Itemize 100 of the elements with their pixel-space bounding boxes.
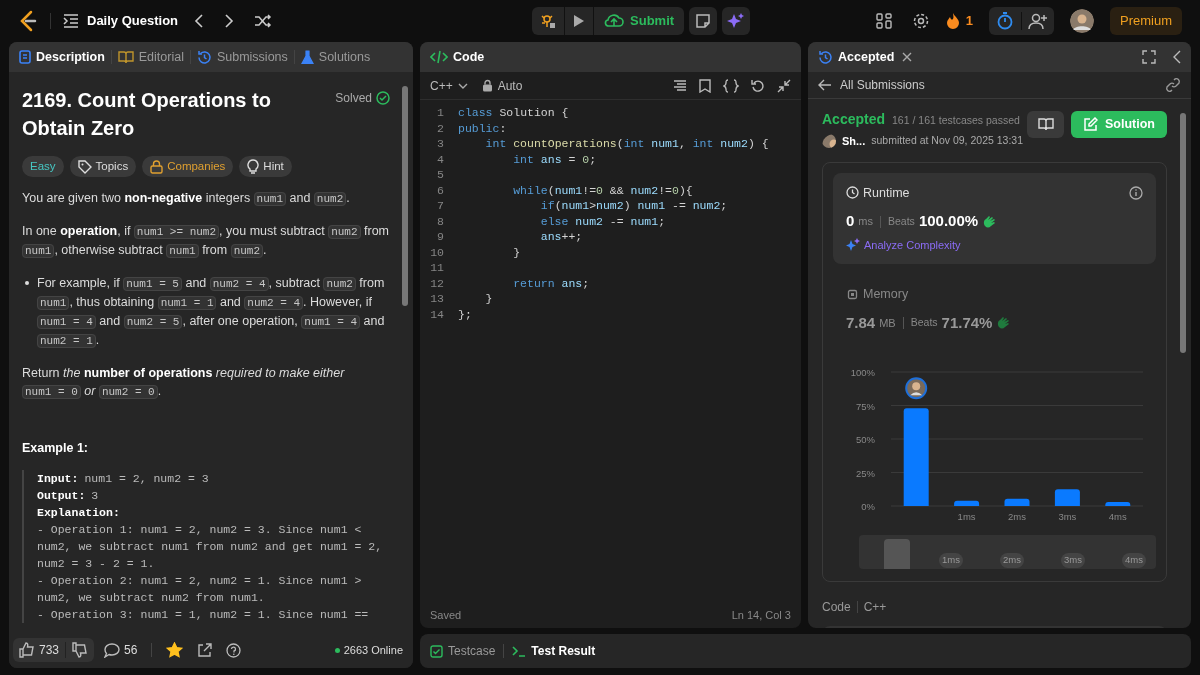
history-icon xyxy=(818,49,833,65)
editorial-icon[interactable] xyxy=(1027,111,1064,138)
settings-icon[interactable] xyxy=(911,12,930,30)
runtime-card[interactable]: Runtime 0 ms Beats 100.00% Analyze Complexity xyxy=(833,172,1156,265)
explanation-line: - Operation 1: num1 = 2, num2 = 3. Since num1 < num2, we subtract num1 from num2 and get num1 = 2, num2 = 3 - 2 = 1. xyxy=(37,521,384,572)
memory-card[interactable]: Memory 7.84 MB Beats 71.74% xyxy=(833,274,1156,346)
format-icon[interactable] xyxy=(673,79,687,92)
back-link[interactable]: All Submissions xyxy=(818,76,925,94)
like-button[interactable]: 733 xyxy=(13,641,66,659)
bullet xyxy=(25,281,29,285)
reset-icon[interactable] xyxy=(751,78,765,93)
edit-icon xyxy=(1083,117,1098,132)
code-line: return ans; xyxy=(512,275,590,291)
metric-value: 0 xyxy=(846,211,855,232)
beats-percent: 71.74% xyxy=(941,313,993,333)
panel-tab[interactable]: Submissions xyxy=(196,47,288,67)
line-number: 13 xyxy=(429,291,445,307)
line-number: 1 xyxy=(436,105,445,121)
auto-mode-button[interactable]: Auto xyxy=(481,76,523,95)
overview-label: 3ms xyxy=(1061,553,1085,568)
bar[interactable] xyxy=(1054,488,1080,506)
line-number: 12 xyxy=(429,275,445,291)
help-icon[interactable] xyxy=(226,642,242,658)
problem-list-icon[interactable] xyxy=(63,14,79,28)
beats-label: Beats xyxy=(888,213,915,229)
chart-overview[interactable]: 1ms 2ms 3ms 4ms xyxy=(859,534,1156,569)
companies-tag[interactable]: Companies xyxy=(142,156,234,177)
line-number: 8 xyxy=(436,213,445,229)
layout-icon[interactable] xyxy=(875,13,892,29)
line-number: 10 xyxy=(429,244,445,260)
overview-label: 4ms xyxy=(1122,553,1146,568)
bar[interactable] xyxy=(1105,501,1131,506)
bar[interactable] xyxy=(1004,498,1030,506)
explanation-line: - Operation 2: num1 = 2, num2 = 1. Since num1 > num2, we subtract num2 from num1. xyxy=(37,572,363,606)
panel-tab[interactable]: Editorial xyxy=(117,47,184,67)
premium-button[interactable]: Premium xyxy=(1110,7,1182,35)
metric-label: Runtime xyxy=(863,184,910,202)
cursor-position: Ln 14, Col 3 xyxy=(731,607,791,623)
y-axis-label: 0% xyxy=(861,500,875,512)
x-axis-label: 3ms xyxy=(1058,510,1077,522)
metric-label: Memory xyxy=(863,286,909,304)
next-icon[interactable] xyxy=(224,13,235,29)
previous-icon[interactable] xyxy=(194,13,205,29)
overview-bar xyxy=(884,538,910,569)
example-heading: Example 1: xyxy=(22,440,89,457)
bar[interactable] xyxy=(954,500,980,506)
submit-button[interactable]: Submit xyxy=(593,7,685,35)
star-icon[interactable] xyxy=(166,642,184,658)
example-label: Output: xyxy=(37,487,86,504)
ai-assistant-icon[interactable] xyxy=(722,7,751,35)
notes-icon[interactable] xyxy=(689,7,718,35)
x-axis-label: 4ms xyxy=(1108,510,1127,522)
submissions-icon xyxy=(196,49,212,65)
streak-icon[interactable] xyxy=(945,12,960,30)
lightbulb-icon xyxy=(247,159,260,174)
fullscreen-icon[interactable] xyxy=(1142,50,1156,64)
language-dropdown[interactable]: C++ xyxy=(430,76,468,95)
code-line: public: xyxy=(458,120,507,136)
beats-label: Beats xyxy=(910,315,938,331)
comments-button[interactable]: 56 xyxy=(104,641,138,659)
solved-status: Solved xyxy=(335,89,393,107)
accepted-tab[interactable]: Accepted xyxy=(818,47,895,67)
metric-unit: ms xyxy=(858,214,873,230)
accepted-status: Accepted xyxy=(822,110,886,129)
code-tab[interactable]: Code xyxy=(430,47,485,67)
avatar[interactable] xyxy=(1070,9,1094,33)
caret-icon xyxy=(457,82,468,89)
bookmark-icon[interactable] xyxy=(699,78,711,93)
bar[interactable] xyxy=(903,407,929,506)
link-icon[interactable] xyxy=(1165,77,1181,93)
checkbox-icon xyxy=(430,644,443,658)
bottom-tab[interactable]: Test Result xyxy=(512,642,596,660)
testcases-passed: 161 / 161 testcases passed xyxy=(892,113,1020,128)
share-icon[interactable] xyxy=(197,642,213,658)
bottom-tab[interactable]: Testcase xyxy=(430,642,496,660)
panel-tab[interactable]: Description xyxy=(19,47,105,67)
info-icon[interactable] xyxy=(1129,185,1143,200)
shuffle-icon[interactable] xyxy=(254,14,273,28)
streak-count[interactable]: 1 xyxy=(965,11,973,31)
line-number: 14 xyxy=(429,306,445,322)
clock-icon xyxy=(846,186,859,200)
braces-icon[interactable] xyxy=(723,78,739,93)
chip-icon xyxy=(846,288,859,302)
x-axis-label: 1ms xyxy=(957,510,976,522)
logo-icon[interactable] xyxy=(18,10,38,32)
overview-label: 1ms xyxy=(939,553,963,568)
code-line: } xyxy=(484,291,493,307)
hint-tag[interactable]: Hint xyxy=(239,156,292,177)
y-axis-label: 50% xyxy=(856,433,875,445)
topics-tag[interactable]: Topics xyxy=(69,156,137,177)
code-icon xyxy=(430,50,448,64)
x-axis-label: 2ms xyxy=(1008,510,1026,522)
difficulty-tag[interactable]: Easy xyxy=(22,156,64,177)
collapse-icon[interactable] xyxy=(777,78,791,93)
problem-list-title[interactable]: Daily Question xyxy=(87,11,179,31)
panel-tab[interactable]: Solutions xyxy=(300,47,371,67)
username[interactable]: Sh... xyxy=(842,133,866,150)
close-icon[interactable] xyxy=(902,52,913,62)
collapse-icon[interactable] xyxy=(1173,50,1181,64)
user-avatar[interactable] xyxy=(822,134,836,149)
